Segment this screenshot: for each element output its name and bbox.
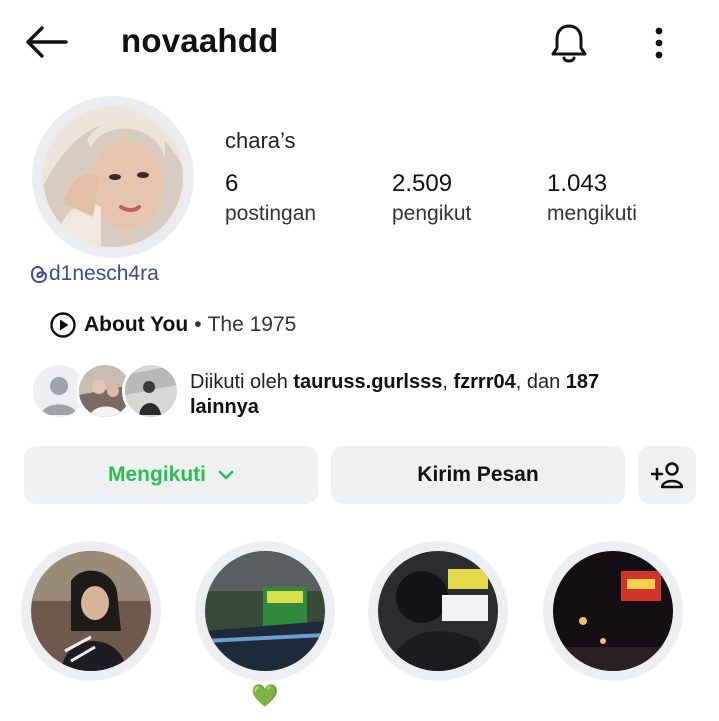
following-button[interactable]: Mengikuti (24, 446, 318, 504)
followers-count: 2.509 (392, 170, 453, 197)
mutual-others-count: 187 (565, 371, 600, 393)
following-label: mengikuti (547, 202, 637, 225)
followers-label: pengikut (392, 202, 472, 225)
story-highlight[interactable] (195, 541, 335, 681)
send-message-button[interactable]: Kirim Pesan (331, 446, 625, 504)
highlight-cover (553, 551, 673, 671)
mutual-followers[interactable]: Diikuti oleh tauruss.gurlsss, fzrrr04, d… (30, 362, 690, 422)
profile-music[interactable]: About You • The 1975 (50, 312, 296, 338)
followed-by-prefix: Diikuti oleh (190, 371, 294, 393)
followed-by-sep: , (442, 371, 454, 393)
more-vertical-icon (655, 27, 663, 59)
music-song-title: About You (84, 313, 189, 336)
followed-by-mid: , dan (515, 371, 566, 393)
followed-by-suffix: lainnya (190, 396, 259, 418)
threads-icon (30, 265, 48, 284)
mutual-user-2: fzrrr04 (453, 371, 516, 393)
following-stat[interactable]: 1.043 mengikuti (547, 170, 637, 226)
more-options-button[interactable] (636, 16, 682, 70)
music-artist: The 1975 (207, 313, 297, 336)
highlight-label: 💚 (251, 683, 279, 708)
posts-stat[interactable]: 6 postingan (225, 170, 316, 226)
arrow-left-icon (26, 26, 68, 58)
profile-username: novaahdd (121, 22, 279, 59)
story-highlight[interactable] (543, 541, 683, 681)
add-person-icon (651, 462, 683, 489)
followers-stat[interactable]: 2.509 pengikut (392, 170, 471, 226)
posts-label: postingan (225, 202, 317, 225)
display-name: chara’s (225, 128, 296, 153)
story-highlight[interactable] (368, 541, 508, 681)
threads-handle-text: d1nesch4ra (49, 262, 159, 285)
following-count: 1.043 (547, 170, 608, 197)
bell-icon (551, 24, 587, 63)
following-button-label: Mengikuti (108, 463, 206, 486)
notifications-button[interactable] (540, 16, 598, 70)
play-circle-icon (50, 312, 76, 338)
posts-count: 6 (225, 170, 239, 197)
mutual-user-1: tauruss.gurlsss (293, 371, 443, 393)
music-separator: • (194, 313, 202, 336)
avatar-photo (43, 107, 183, 247)
threads-badge-link[interactable]: d1nesch4ra (30, 262, 159, 286)
suggested-accounts-button[interactable] (638, 446, 696, 504)
profile-avatar[interactable] (32, 96, 194, 258)
highlight-cover (378, 551, 498, 671)
mutual-avatar (122, 362, 180, 420)
highlight-cover (31, 551, 151, 671)
top-bar: novaahdd (0, 0, 719, 84)
back-button[interactable] (20, 20, 72, 64)
highlight-cover (205, 551, 325, 671)
story-highlight[interactable] (21, 541, 161, 681)
followed-by-text: Diikuti oleh tauruss.gurlsss, fzrrr04, d… (190, 370, 599, 420)
chevron-down-icon (218, 470, 234, 480)
send-message-label: Kirim Pesan (417, 463, 539, 486)
